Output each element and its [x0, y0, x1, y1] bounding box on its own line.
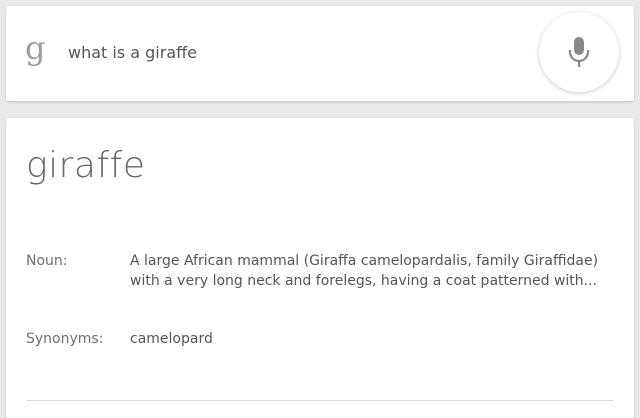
synonyms-label: Synonyms:	[26, 331, 104, 347]
card-divider	[26, 400, 614, 401]
voice-search-button[interactable]	[539, 12, 619, 92]
definition-word-title: giraffe	[26, 145, 146, 186]
noun-label: Noun:	[26, 253, 68, 269]
definition-card: giraffe Noun: A large African mammal (Gi…	[6, 118, 634, 418]
search-query-input[interactable]: what is a giraffe	[68, 43, 197, 63]
google-g-logo[interactable]: g	[25, 32, 45, 64]
noun-definition: A large African mammal (Giraffa camelopa…	[130, 253, 599, 289]
synonyms-value: camelopard	[130, 331, 213, 347]
search-bar-card: g what is a giraffe	[6, 6, 634, 101]
microphone-icon	[568, 37, 590, 67]
